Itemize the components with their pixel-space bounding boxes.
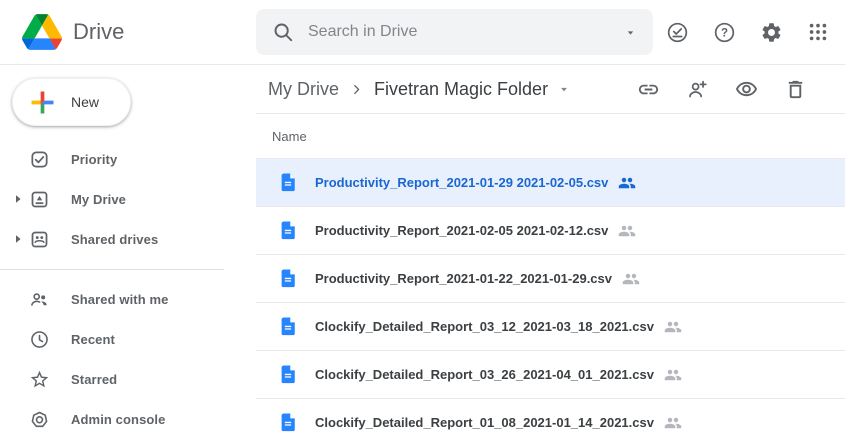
shared-people-icon [618, 222, 636, 240]
expand-caret-icon[interactable] [7, 234, 28, 244]
sidebar-item-label: Recent [71, 332, 115, 347]
sidebar-item-label: Admin console [71, 412, 165, 427]
file-name: Productivity_Report_2021-01-22_2021-01-2… [315, 271, 612, 286]
search-input[interactable] [308, 23, 610, 41]
new-button[interactable]: New [12, 78, 131, 126]
sidebar-item-label: Starred [71, 372, 117, 387]
sidebar-item-priority[interactable]: Priority [0, 139, 256, 179]
sidebar-item-admin-console[interactable]: Admin console [0, 399, 256, 439]
folder-menu-caret-icon [557, 82, 571, 96]
new-button-label: New [71, 94, 99, 110]
recent-clock-icon [28, 329, 50, 350]
star-icon [28, 369, 50, 390]
get-link-icon[interactable] [636, 77, 660, 101]
priority-check-icon [28, 149, 50, 170]
csv-file-icon [279, 316, 297, 337]
breadcrumb-chevron-icon [348, 81, 365, 98]
sidebar-item-recent[interactable]: Recent [0, 319, 256, 359]
shared-people-icon [618, 174, 636, 192]
csv-file-icon [279, 268, 297, 289]
search-icon [272, 21, 294, 43]
search-options-caret-icon[interactable] [624, 26, 637, 39]
toolbar-actions [636, 77, 845, 101]
breadcrumb-current-folder[interactable]: Fivetran Magic Folder [374, 79, 571, 100]
shared-people-icon [664, 414, 682, 432]
admin-console-icon [28, 409, 50, 430]
sidebar-item-label: My Drive [71, 192, 126, 207]
file-name: Productivity_Report_2021-02-05 2021-02-1… [315, 223, 608, 238]
csv-file-icon [279, 412, 297, 433]
shared-people-icon [664, 366, 682, 384]
help-icon[interactable]: ? [712, 20, 736, 44]
shared-with-me-icon [28, 289, 50, 310]
sidebar-item-label: Shared drives [71, 232, 158, 247]
csv-file-icon [279, 364, 297, 385]
trash-icon[interactable] [783, 77, 807, 101]
google-apps-icon[interactable] [806, 20, 830, 44]
file-name: Clockify_Detailed_Report_03_12_2021-03_1… [315, 319, 654, 334]
sidebar-nav: Priority My Drive [0, 139, 256, 439]
sidebar-item-label: Shared with me [71, 292, 168, 307]
csv-file-icon [279, 172, 297, 193]
offline-status-icon[interactable] [665, 20, 689, 44]
file-name: Clockify_Detailed_Report_03_26_2021-04_0… [315, 367, 654, 382]
shared-people-icon [664, 318, 682, 336]
sidebar-item-label: Priority [71, 152, 117, 167]
folder-toolbar: My Drive Fivetran Magic Folder [256, 65, 845, 114]
app-title: Drive [73, 19, 124, 45]
sidebar-divider [0, 269, 224, 270]
sidebar-item-my-drive[interactable]: My Drive [0, 179, 256, 219]
csv-file-icon [279, 220, 297, 241]
sidebar-item-shared-with-me[interactable]: Shared with me [0, 279, 256, 319]
sidebar-item-shared-drives[interactable]: Shared drives [0, 219, 256, 259]
add-people-icon[interactable] [685, 77, 709, 101]
file-row[interactable]: Clockify_Detailed_Report_01_08_2021-01_1… [256, 399, 845, 439]
name-column-header[interactable]: Name [256, 114, 845, 159]
search-bar[interactable] [256, 9, 653, 55]
svg-text:?: ? [720, 27, 727, 39]
settings-icon[interactable] [759, 20, 783, 44]
preview-eye-icon[interactable] [734, 77, 758, 101]
name-column-label: Name [272, 129, 307, 144]
new-plus-icon [26, 86, 59, 119]
top-header: Drive ? [0, 0, 845, 65]
file-row[interactable]: Clockify_Detailed_Report_03_12_2021-03_1… [256, 303, 845, 351]
file-row[interactable]: Productivity_Report_2021-01-22_2021-01-2… [256, 255, 845, 303]
breadcrumb-my-drive[interactable]: My Drive [268, 79, 339, 100]
file-row[interactable]: Clockify_Detailed_Report_03_26_2021-04_0… [256, 351, 845, 399]
file-list: Productivity_Report_2021-01-29 2021-02-0… [256, 159, 845, 439]
file-name: Productivity_Report_2021-01-29 2021-02-0… [315, 175, 608, 190]
google-drive-logo-icon [22, 14, 62, 50]
current-folder-name: Fivetran Magic Folder [374, 79, 548, 100]
file-row[interactable]: Productivity_Report_2021-01-29 2021-02-0… [256, 159, 845, 207]
my-drive-icon [28, 189, 50, 210]
header-actions: ? [665, 20, 845, 44]
file-name: Clockify_Detailed_Report_01_08_2021-01_1… [315, 415, 654, 430]
sidebar: New Priority My [0, 65, 256, 439]
shared-drives-icon [28, 229, 50, 250]
expand-caret-icon[interactable] [7, 194, 28, 204]
shared-people-icon [622, 270, 640, 288]
main-content: My Drive Fivetran Magic Folder [256, 65, 845, 439]
drive-logo-home[interactable]: Drive [0, 14, 256, 50]
sidebar-item-starred[interactable]: Starred [0, 359, 256, 399]
file-row[interactable]: Productivity_Report_2021-02-05 2021-02-1… [256, 207, 845, 255]
